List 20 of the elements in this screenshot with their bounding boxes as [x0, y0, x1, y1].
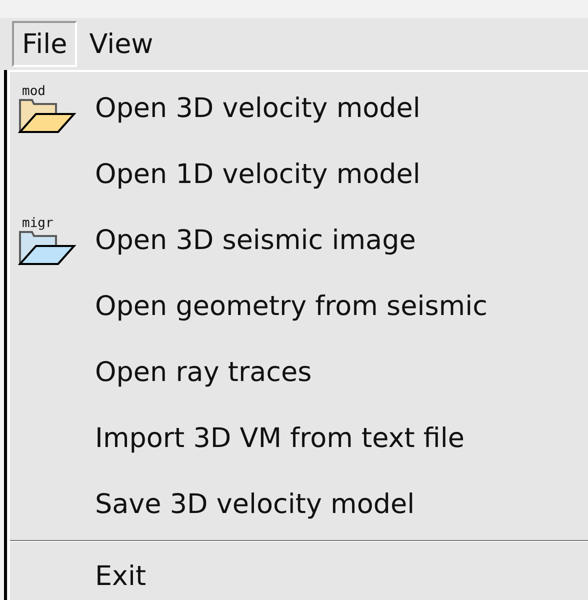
menu-item[interactable]: Open geometry from seismic: [10, 274, 588, 340]
menu-item-label: Open 3D velocity model: [95, 92, 420, 126]
menu-item[interactable]: Open ray traces: [10, 340, 588, 406]
menu-item-label: Open geometry from seismic: [95, 290, 488, 324]
menu-item-label: Open 1D velocity model: [95, 158, 420, 192]
menu-bar-item[interactable]: View: [79, 21, 164, 67]
menu-item-label: Save 3D velocity model: [95, 488, 415, 522]
menu-item-label: Open ray traces: [95, 356, 312, 390]
menu-item[interactable]: Save 3D velocity model: [10, 472, 588, 538]
menu-item[interactable]: Open 1D velocity model: [10, 142, 588, 208]
menu-item[interactable]: mod Open 3D velocity model: [10, 76, 588, 142]
menu-item-label: Import 3D VM from text file: [95, 422, 464, 456]
menu-bar-item[interactable]: File: [12, 21, 78, 67]
icon-caption: migr: [22, 216, 54, 230]
menu-item[interactable]: Exit: [10, 544, 588, 600]
icon-caption: mod: [22, 84, 46, 98]
menu-item[interactable]: Import 3D VM from text file: [10, 406, 588, 472]
menu-item-label: Open 3D seismic image: [95, 224, 416, 258]
menu-item-label: Exit: [95, 560, 146, 594]
menu-item[interactable]: migr Open 3D seismic image: [10, 208, 588, 274]
